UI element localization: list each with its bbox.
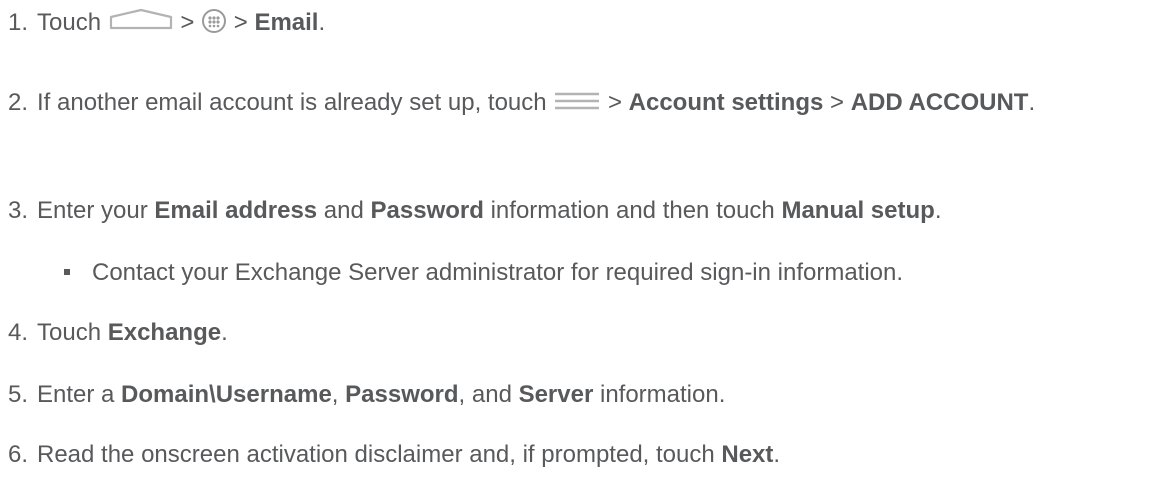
step-number: 4. bbox=[8, 319, 29, 346]
sub-bullet-text: Contact your Exchange Server administrat… bbox=[92, 259, 904, 286]
step-text: Touch Exchange. bbox=[37, 319, 228, 346]
step-number: 2. bbox=[8, 89, 29, 116]
step-text: Enter a Domain\Username, Password, and S… bbox=[37, 381, 726, 408]
step-number: 6. bbox=[8, 441, 29, 468]
apps-icon bbox=[201, 8, 227, 34]
step-text: If another email account is already set … bbox=[37, 89, 1036, 116]
step-number: 5. bbox=[8, 381, 29, 408]
home-icon bbox=[108, 8, 174, 32]
instructions: 1. Touch > > Email. 2. If another email … bbox=[0, 0, 1167, 484]
step-text: Enter your Email address and Password in… bbox=[37, 197, 942, 224]
bullet-marker bbox=[64, 269, 70, 275]
step-text: Read the onscreen activation disclaimer … bbox=[37, 441, 781, 468]
menu-icon bbox=[553, 89, 601, 109]
step-number: 3. bbox=[8, 197, 29, 224]
step-number: 1. bbox=[8, 9, 29, 36]
step-text: Touch > > Email. bbox=[37, 8, 326, 36]
